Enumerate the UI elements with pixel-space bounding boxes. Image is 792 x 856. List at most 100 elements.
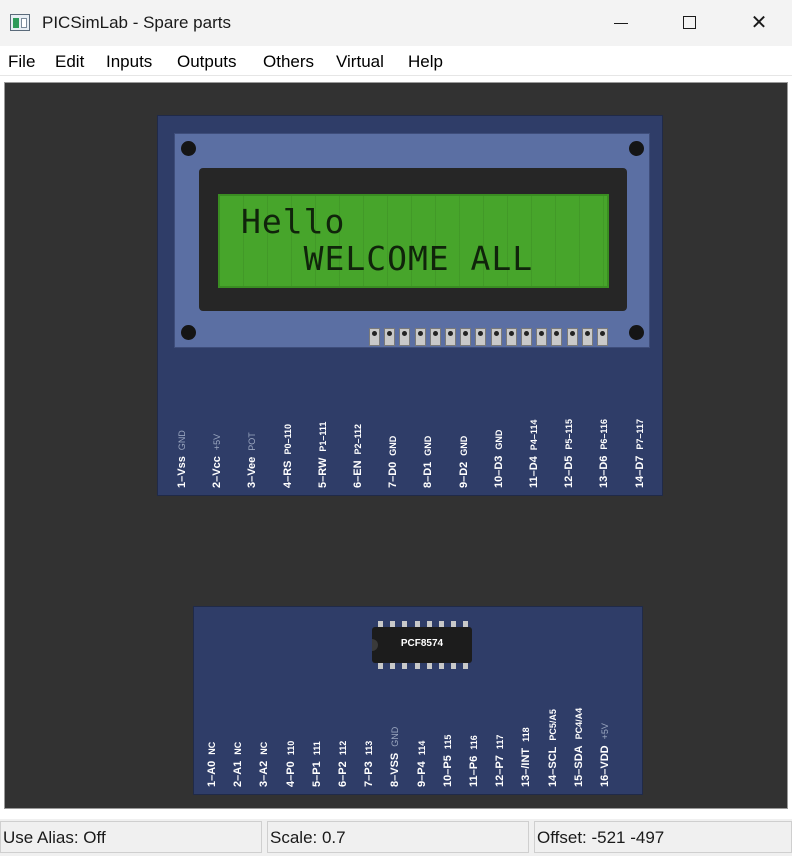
lcd-pin-name: 3–Vee: [246, 456, 259, 488]
lcd-pin-signal: P7–117: [634, 419, 645, 450]
pin-hole: [524, 331, 529, 336]
menu-inputs[interactable]: Inputs: [106, 52, 152, 72]
pin-hole: [478, 331, 484, 336]
title-bar: PICSimLab - Spare parts ✕: [0, 0, 792, 46]
lcd-pin-text: 2–Vcc +5V: [211, 434, 223, 488]
chip-leg: [426, 621, 432, 627]
lcd-pin-name: 1–Vss: [176, 456, 188, 488]
pcf-pin-name: 16–VDD: [599, 745, 611, 787]
lcd-line-1: Hello: [241, 202, 346, 241]
lcd-pin-text: 6–EN P2–112: [352, 424, 364, 488]
pin-hole: [432, 331, 438, 336]
pin-hole: [600, 331, 605, 336]
menu-bar: File Edit Inputs Outputs Others Virtual …: [0, 46, 792, 76]
pcf-pin-name: 6–P2: [337, 761, 349, 787]
lcd-pin: [429, 328, 441, 346]
lcd-pin-text: 9–D2 GND: [458, 436, 470, 488]
chip-leg: [463, 621, 469, 627]
chip-leg: [463, 663, 469, 669]
lcd-pin: [521, 328, 532, 346]
pcf8574-chip: PCF8574: [372, 627, 472, 663]
lcd-pin-text: 1–Vss GND: [176, 430, 188, 488]
chip-leg: [390, 663, 396, 669]
menu-virtual[interactable]: Virtual: [336, 52, 384, 72]
pin-hole: [448, 331, 453, 336]
menu-others[interactable]: Others: [263, 52, 314, 72]
lcd-pin-text: 8–D1 GND: [422, 436, 434, 488]
lcd-pin-text: 13–D6 P6–116: [598, 419, 610, 488]
menu-file[interactable]: File: [8, 52, 35, 72]
close-button[interactable]: ✕: [736, 0, 782, 46]
pcf-pin-text: 16–VDD +5V: [599, 723, 611, 787]
lcd-pin-signal: GND: [388, 435, 399, 456]
status-alias: Use Alias: Off: [0, 821, 262, 853]
lcd-pin-name: 12–D5: [563, 455, 576, 488]
pin-hole: [508, 331, 514, 336]
chip-leg: [402, 663, 408, 669]
pcf-pin-name: 4–P0: [284, 761, 297, 787]
minimize-button[interactable]: [598, 0, 644, 46]
pcf-pin-name: 2–A1: [232, 760, 245, 787]
status-bar: Use Alias: Off Scale: 0.7 Offset: -521 -…: [0, 819, 792, 856]
menu-outputs[interactable]: Outputs: [177, 52, 237, 72]
lcd-pin-name: 5–RW: [316, 457, 329, 488]
lcd-pin: [414, 328, 426, 346]
lcd-pin: [581, 328, 593, 346]
pcf-pin-signal: PC4/A4: [573, 707, 584, 740]
pin-hole: [372, 331, 377, 336]
status-offset: Offset: -521 -497: [534, 821, 792, 853]
pcf-pin-signal: 112: [338, 740, 348, 756]
lcd-pin-name: 10–D3: [492, 455, 505, 488]
pcf-pin-name: 7–P3: [363, 761, 376, 787]
maximize-button[interactable]: [666, 0, 712, 46]
pin-hole: [493, 331, 499, 336]
pcf-pin-text: 3–A2 NC: [258, 742, 270, 787]
mount-hole: [181, 325, 196, 340]
pcf-pin-signal: 115: [442, 734, 453, 750]
chip-leg: [414, 621, 420, 627]
chip-leg: [439, 621, 444, 627]
minimize-icon: [614, 23, 628, 24]
pcf-pin-text: 12–P7 117: [494, 735, 506, 787]
chip-leg: [451, 621, 457, 627]
pcf-pin-name: 15–SDA: [572, 745, 585, 787]
lcd-pin-name: 13–D6: [598, 455, 611, 488]
menu-edit[interactable]: Edit: [55, 52, 84, 72]
pcf-pin-name: 11–P6: [468, 755, 480, 787]
close-icon: ✕: [750, 12, 768, 34]
pcf-pin-signal: NC: [233, 741, 244, 755]
mount-hole: [629, 141, 644, 156]
lcd-pin-signal: GND: [493, 429, 504, 450]
pcf-pin-text: 11–P6 116: [468, 735, 480, 787]
pcf-pin-signal: PC5/A5: [547, 709, 558, 741]
parts-canvas[interactable]: Hello WELCOME ALL 1–Vss GND 2–Vcc +5V 3–Vee P…: [4, 82, 788, 809]
menu-help[interactable]: Help: [408, 52, 443, 72]
pcf-pin-text: 4–P0 110: [285, 741, 297, 787]
lcd-pin: [566, 328, 578, 346]
lcd-display-part[interactable]: Hello WELCOME ALL 1–Vss GND 2–Vcc +5V 3–Vee P…: [157, 115, 663, 496]
lcd-pin-name: 11–D4: [528, 456, 540, 488]
lcd-pin: [460, 328, 472, 346]
mount-hole: [629, 325, 644, 340]
pcf-pin-name: 12–P7: [494, 755, 507, 787]
pcf-pin-text: 14–SCL PC5/A5: [547, 709, 559, 787]
chip-label: PCF8574: [400, 638, 444, 649]
pcf8574-part[interactable]: PCF8574 1–A0 NC 2–A1 NC 3–A2 NC 4–P0 110 5–P1 111…: [193, 606, 643, 795]
lcd-pin-name: 6–EN: [352, 460, 364, 488]
pcf-pin-signal: +5V: [600, 723, 610, 740]
lcd-pin-signal: P6–116: [599, 419, 610, 450]
pin-hole: [554, 331, 560, 336]
lcd-pin: [597, 328, 608, 346]
lcd-pin-signal: +5V: [212, 433, 223, 451]
pin-hole: [387, 331, 393, 336]
maximize-icon: [683, 16, 696, 29]
pcf-pin-text: 7–P3 113: [363, 741, 375, 787]
pcf-pin-signal: 113: [364, 740, 375, 756]
pcf-pin-text: 15–SDA PC4/A4: [573, 708, 585, 787]
pcf-pin-signal: 118: [521, 727, 532, 742]
lcd-pin-signal: GND: [177, 430, 187, 451]
pcf-pin-signal: 116: [469, 735, 479, 750]
pin-hole: [539, 331, 545, 336]
pin-hole: [584, 331, 590, 336]
pcf-pin-name: 8–VSS: [389, 752, 402, 787]
